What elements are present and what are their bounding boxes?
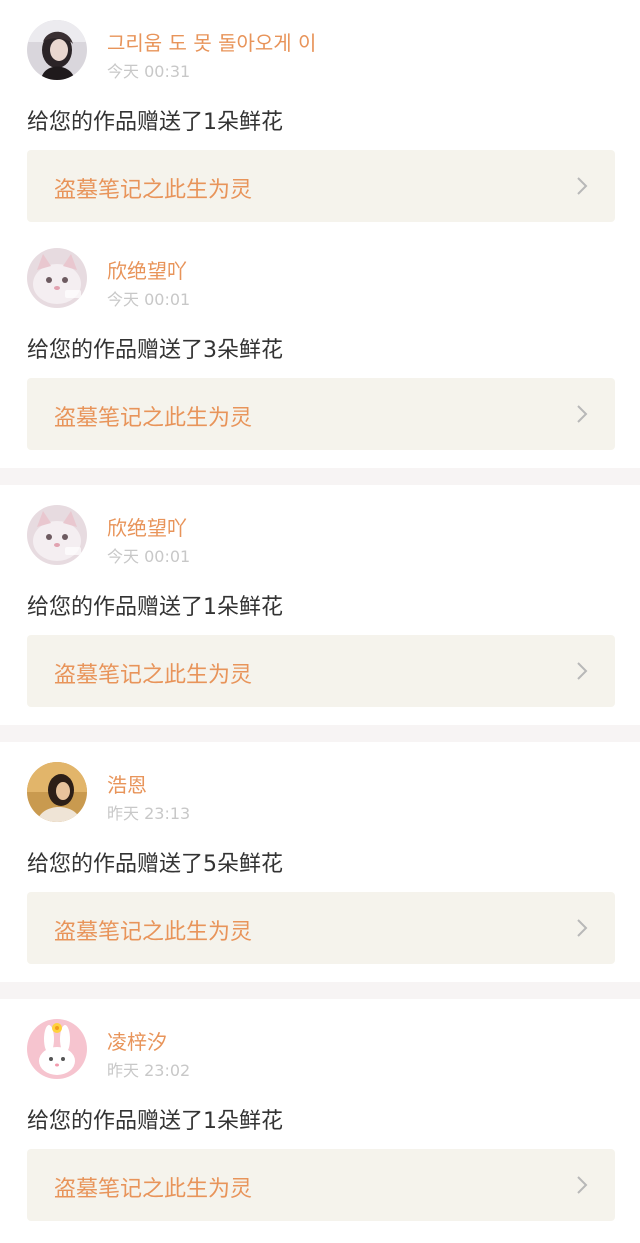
notification-item: 그리움 도 못 돌아오게 이 今天 00:31 给您的作品赠送了1朵鲜花 盗墓笔… [0,0,640,228]
work-title: 盗墓笔记之此生为灵 [54,178,253,203]
chevron-right-icon [577,1176,588,1194]
work-link[interactable]: 盗墓笔记之此生为灵 [27,892,615,964]
username[interactable]: 그리움 도 못 돌아오게 이 [107,27,316,56]
work-link[interactable]: 盗墓笔记之此生为灵 [27,378,615,450]
avatar-cat-icon [27,248,87,308]
timestamp: 昨天 23:02 [107,1061,191,1080]
timestamp: 今天 00:01 [107,290,191,309]
username[interactable]: 浩恩 [107,769,147,798]
chevron-right-icon [577,662,588,680]
avatar[interactable] [27,248,87,308]
username[interactable]: 欣绝望吖 [107,255,187,284]
timestamp: 今天 00:01 [107,547,191,566]
timestamp: 昨天 23:13 [107,804,191,823]
notification-item: 欣绝望吖 今天 00:01 给您的作品赠送了1朵鲜花 盗墓笔记之此生为灵 [0,485,640,725]
avatar[interactable] [27,762,87,822]
gift-message: 给您的作品赠送了1朵鲜花 [27,1109,283,1134]
avatar[interactable] [27,20,87,80]
work-title: 盗墓笔记之此生为灵 [54,663,253,688]
work-link[interactable]: 盗墓笔记之此生为灵 [27,150,615,222]
gift-message: 给您的作品赠送了5朵鲜花 [27,852,283,877]
notification-feed: 그리움 도 못 돌아오게 이 今天 00:31 给您的作品赠送了1朵鲜花 盗墓笔… [0,0,640,1239]
work-link[interactable]: 盗墓笔记之此生为灵 [27,635,615,707]
avatar[interactable] [27,505,87,565]
work-link[interactable]: 盗墓笔记之此生为灵 [27,1149,615,1221]
gift-message: 给您的作品赠送了1朵鲜花 [27,595,283,620]
avatar-warm-portrait-icon [27,762,87,822]
gift-message: 给您的作品赠送了1朵鲜花 [27,110,283,135]
notification-item: 欣绝望吖 今天 00:01 给您的作品赠送了3朵鲜花 盗墓笔记之此生为灵 [0,228,640,468]
avatar-pink-bunny-icon [27,1019,87,1079]
work-title: 盗墓笔记之此生为灵 [54,1177,253,1202]
chevron-right-icon [577,405,588,423]
separator [0,982,640,999]
username[interactable]: 欣绝望吖 [107,512,187,541]
timestamp: 今天 00:31 [107,62,191,81]
username[interactable]: 凌梓汐 [107,1026,167,1055]
gift-message: 给您的作品赠送了3朵鲜花 [27,338,283,363]
avatar[interactable] [27,1019,87,1079]
work-title: 盗墓笔记之此生为灵 [54,406,253,431]
chevron-right-icon [577,177,588,195]
separator [0,725,640,742]
notification-item: 凌梓汐 昨天 23:02 给您的作品赠送了1朵鲜花 盗墓笔记之此生为灵 [0,999,640,1239]
work-title: 盗墓笔记之此生为灵 [54,920,253,945]
separator [0,468,640,485]
chevron-right-icon [577,919,588,937]
avatar-girl-dark-hair-icon [27,20,87,80]
avatar-cat-icon [27,505,87,565]
notification-item: 浩恩 昨天 23:13 给您的作品赠送了5朵鲜花 盗墓笔记之此生为灵 [0,742,640,982]
